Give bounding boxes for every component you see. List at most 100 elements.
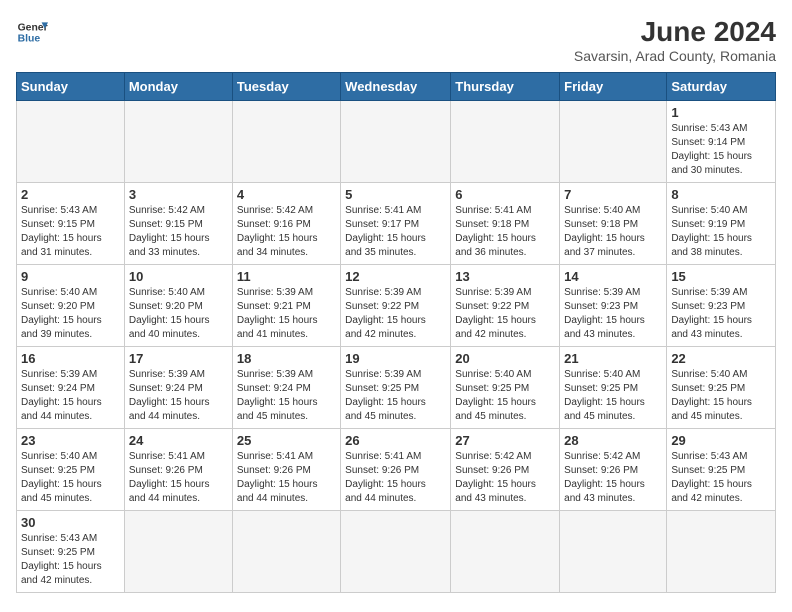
calendar-cell: 7 Sunrise: 5:40 AMSunset: 9:18 PMDaylight…: [560, 183, 667, 265]
day-number: 10: [129, 269, 228, 284]
day-info: Sunrise: 5:39 AMSunset: 9:24 PMDaylight:…: [21, 368, 120, 424]
calendar-cell: 13 Sunrise: 5:39 AMSunset: 9:22 PMDayligh…: [451, 265, 560, 347]
day-number: 11: [237, 269, 336, 284]
calendar-cell: 21 Sunrise: 5:40 AMSunset: 9:25 PMDayligh…: [560, 347, 667, 429]
day-number: 18: [237, 351, 336, 366]
day-number: 8: [671, 187, 771, 202]
day-number: 29: [671, 433, 771, 448]
day-info: Sunrise: 5:40 AMSunset: 9:25 PMDaylight:…: [455, 368, 555, 424]
calendar-cell: 15 Sunrise: 5:39 AMSunset: 9:23 PMDayligh…: [667, 265, 776, 347]
calendar-cell: 27 Sunrise: 5:42 AMSunset: 9:26 PMDayligh…: [451, 429, 560, 511]
calendar-cell: [667, 511, 776, 593]
calendar-cell: 19Sunrise: 5:39 AMSunset: 9:25 PMDayligh…: [341, 347, 451, 429]
calendar-cell: 16 Sunrise: 5:39 AMSunset: 9:24 PMDayligh…: [17, 347, 125, 429]
calendar-cell: 20 Sunrise: 5:40 AMSunset: 9:25 PMDayligh…: [451, 347, 560, 429]
day-info: Sunrise: 5:43 AMSunset: 9:25 PMDaylight:…: [671, 450, 771, 506]
calendar-cell: 28Sunrise: 5:42 AMSunset: 9:26 PMDayligh…: [560, 429, 667, 511]
calendar-cell: 30Sunrise: 5:43 AMSunset: 9:25 PMDayligh…: [17, 511, 125, 593]
calendar-cell: 23 Sunrise: 5:40 AMSunset: 9:25 PMDayligh…: [17, 429, 125, 511]
calendar-cell: [451, 101, 560, 183]
day-number: 26: [345, 433, 446, 448]
day-info: Sunrise: 5:39 AMSunset: 9:22 PMDaylight:…: [455, 286, 555, 342]
day-info: Sunrise: 5:42 AMSunset: 9:16 PMDaylight:…: [237, 204, 336, 260]
day-info: Sunrise: 5:41 AMSunset: 9:26 PMDaylight:…: [237, 450, 336, 506]
day-info: Sunrise: 5:40 AMSunset: 9:18 PMDaylight:…: [564, 204, 662, 260]
logo-icon: General Blue: [16, 16, 48, 48]
weekday-header-monday: Monday: [124, 73, 232, 101]
logo: General Blue: [16, 16, 48, 48]
calendar-cell: 18 Sunrise: 5:39 AMSunset: 9:24 PMDayligh…: [232, 347, 340, 429]
calendar-cell: 22Sunrise: 5:40 AMSunset: 9:25 PMDayligh…: [667, 347, 776, 429]
day-number: 2: [21, 187, 120, 202]
calendar-cell: 29 Sunrise: 5:43 AMSunset: 9:25 PMDayligh…: [667, 429, 776, 511]
day-info: Sunrise: 5:40 AMSunset: 9:25 PMDaylight:…: [564, 368, 662, 424]
day-info: Sunrise: 5:39 AMSunset: 9:24 PMDaylight:…: [129, 368, 228, 424]
calendar-cell: 1Sunrise: 5:43 AMSunset: 9:14 PMDaylight…: [667, 101, 776, 183]
calendar-cell: [341, 511, 451, 593]
calendar-cell: [341, 101, 451, 183]
calendar-week-row: 1Sunrise: 5:43 AMSunset: 9:14 PMDaylight…: [17, 101, 776, 183]
day-number: 6: [455, 187, 555, 202]
day-number: 24: [129, 433, 228, 448]
calendar-cell: 6 Sunrise: 5:41 AMSunset: 9:18 PMDaylight…: [451, 183, 560, 265]
day-info: Sunrise: 5:39 AMSunset: 9:23 PMDaylight:…: [671, 286, 771, 342]
day-number: 15: [671, 269, 771, 284]
day-number: 16: [21, 351, 120, 366]
day-info: Sunrise: 5:41 AMSunset: 9:26 PMDaylight:…: [345, 450, 446, 506]
title-area: June 2024 Savarsin, Arad County, Romania: [574, 16, 776, 64]
day-number: 5: [345, 187, 446, 202]
day-info: Sunrise: 5:39 AMSunset: 9:23 PMDaylight:…: [564, 286, 662, 342]
day-info: Sunrise: 5:40 AMSunset: 9:25 PMDaylight:…: [21, 450, 120, 506]
day-number: 13: [455, 269, 555, 284]
calendar-cell: 25 Sunrise: 5:41 AMSunset: 9:26 PMDayligh…: [232, 429, 340, 511]
weekday-header-thursday: Thursday: [451, 73, 560, 101]
calendar-cell: 4 Sunrise: 5:42 AMSunset: 9:16 PMDaylight…: [232, 183, 340, 265]
day-info: Sunrise: 5:39 AMSunset: 9:22 PMDaylight:…: [345, 286, 446, 342]
weekday-header-row: SundayMondayTuesdayWednesdayThursdayFrid…: [17, 73, 776, 101]
calendar-cell: 9Sunrise: 5:40 AMSunset: 9:20 PMDaylight…: [17, 265, 125, 347]
day-number: 7: [564, 187, 662, 202]
day-info: Sunrise: 5:41 AMSunset: 9:18 PMDaylight:…: [455, 204, 555, 260]
day-info: Sunrise: 5:40 AMSunset: 9:20 PMDaylight:…: [129, 286, 228, 342]
calendar-cell: 8 Sunrise: 5:40 AMSunset: 9:19 PMDaylight…: [667, 183, 776, 265]
weekday-header-wednesday: Wednesday: [341, 73, 451, 101]
calendar-cell: 26 Sunrise: 5:41 AMSunset: 9:26 PMDayligh…: [341, 429, 451, 511]
weekday-header-sunday: Sunday: [17, 73, 125, 101]
calendar-week-row: 9Sunrise: 5:40 AMSunset: 9:20 PMDaylight…: [17, 265, 776, 347]
day-number: 14: [564, 269, 662, 284]
calendar-cell: [560, 101, 667, 183]
svg-text:Blue: Blue: [18, 34, 41, 45]
calendar-week-row: 23 Sunrise: 5:40 AMSunset: 9:25 PMDayligh…: [17, 429, 776, 511]
day-info: Sunrise: 5:43 AMSunset: 9:25 PMDaylight:…: [21, 532, 120, 588]
calendar-week-row: 2 Sunrise: 5:43 AMSunset: 9:15 PMDaylight…: [17, 183, 776, 265]
day-info: Sunrise: 5:41 AMSunset: 9:17 PMDaylight:…: [345, 204, 446, 260]
day-number: 23: [21, 433, 120, 448]
day-number: 20: [455, 351, 555, 366]
day-number: 22: [671, 351, 771, 366]
calendar-cell: 5 Sunrise: 5:41 AMSunset: 9:17 PMDaylight…: [341, 183, 451, 265]
day-number: 21: [564, 351, 662, 366]
day-info: Sunrise: 5:42 AMSunset: 9:15 PMDaylight:…: [129, 204, 228, 260]
day-number: 4: [237, 187, 336, 202]
calendar-cell: 11 Sunrise: 5:39 AMSunset: 9:21 PMDayligh…: [232, 265, 340, 347]
day-number: 27: [455, 433, 555, 448]
day-info: Sunrise: 5:40 AMSunset: 9:19 PMDaylight:…: [671, 204, 771, 260]
day-info: Sunrise: 5:43 AMSunset: 9:15 PMDaylight:…: [21, 204, 120, 260]
day-number: 25: [237, 433, 336, 448]
day-number: 17: [129, 351, 228, 366]
day-info: Sunrise: 5:42 AMSunset: 9:26 PMDaylight:…: [455, 450, 555, 506]
calendar-cell: [560, 511, 667, 593]
weekday-header-saturday: Saturday: [667, 73, 776, 101]
calendar-cell: 17 Sunrise: 5:39 AMSunset: 9:24 PMDayligh…: [124, 347, 232, 429]
calendar-cell: [124, 511, 232, 593]
weekday-header-friday: Friday: [560, 73, 667, 101]
calendar-subtitle: Savarsin, Arad County, Romania: [574, 48, 776, 64]
calendar-cell: [232, 101, 340, 183]
calendar-cell: [451, 511, 560, 593]
calendar-cell: 24 Sunrise: 5:41 AMSunset: 9:26 PMDayligh…: [124, 429, 232, 511]
calendar-cell: [124, 101, 232, 183]
day-info: Sunrise: 5:39 AMSunset: 9:24 PMDaylight:…: [237, 368, 336, 424]
day-info: Sunrise: 5:39 AMSunset: 9:21 PMDaylight:…: [237, 286, 336, 342]
day-info: Sunrise: 5:41 AMSunset: 9:26 PMDaylight:…: [129, 450, 228, 506]
day-number: 12: [345, 269, 446, 284]
